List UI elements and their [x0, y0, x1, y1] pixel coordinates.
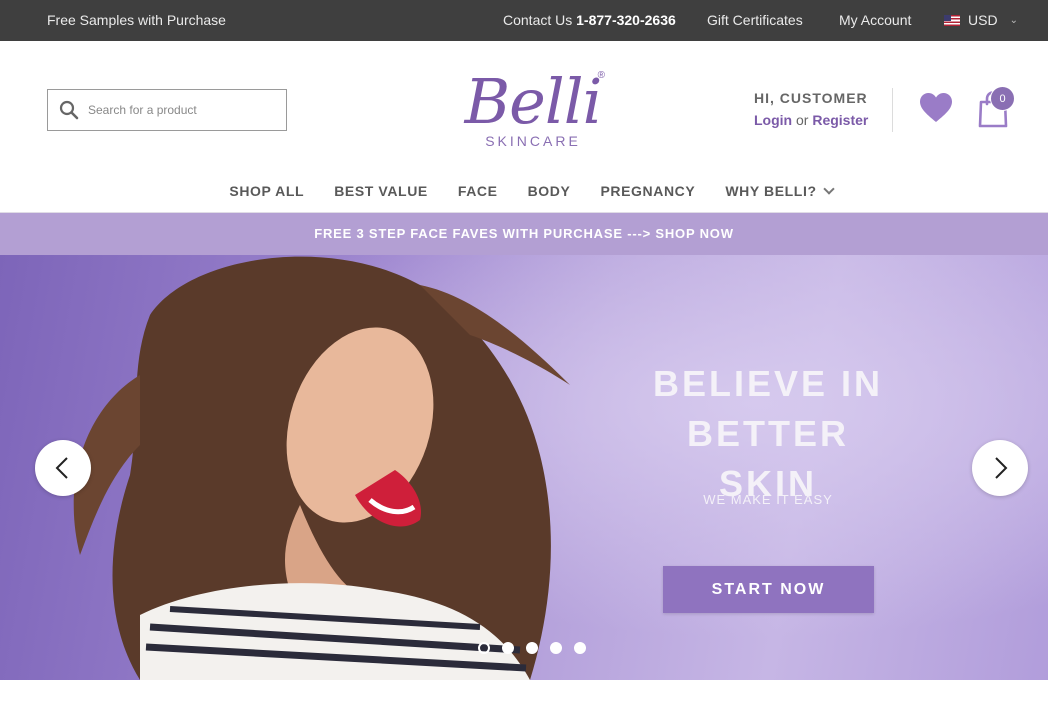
user-greeting: HI, CUSTOMER Login or Register [754, 90, 868, 128]
carousel-dots [478, 642, 586, 654]
or-text: or [796, 112, 809, 128]
nav-item-why-belli[interactable]: WHY BELLI? [725, 170, 835, 212]
chevron-left-icon [55, 457, 68, 479]
search-icon[interactable] [59, 100, 79, 120]
register-link[interactable]: Register [812, 112, 868, 128]
nav-item-label: SHOP ALL [229, 183, 305, 199]
carousel-dot-3[interactable] [526, 642, 538, 654]
phone-number: 1-877-320-2636 [576, 12, 676, 28]
us-flag-icon [944, 14, 960, 26]
carousel-dot-5[interactable] [574, 642, 586, 654]
carousel-next-button[interactable] [972, 440, 1028, 496]
my-account-link[interactable]: My Account [839, 12, 911, 28]
nav-item-label: WHY BELLI? [725, 183, 817, 199]
gift-certificates-link[interactable]: Gift Certificates [707, 12, 803, 28]
contact-label: Contact Us [503, 12, 573, 28]
belli-logo[interactable]: Belli ® SKINCARE [457, 66, 609, 150]
nav-item-shop-all[interactable]: SHOP ALL [229, 170, 304, 212]
nav-item-label: BODY [527, 183, 571, 199]
chevron-down-icon [822, 182, 835, 195]
top-bar: Free Samples with Purchase Contact Us 1-… [0, 0, 1048, 41]
currency-label: USD [968, 12, 998, 28]
search-box [47, 89, 287, 131]
hero-tagline: WE MAKE IT EASY [703, 492, 833, 507]
start-now-button[interactable]: START NOW [663, 566, 874, 613]
logo-wordmark: Belli [464, 65, 603, 138]
hero-headline: BELIEVE IN BETTER SKIN [568, 359, 968, 509]
hero-carousel: BELIEVE IN BETTER SKIN WE MAKE IT EASY S… [0, 255, 1048, 680]
nav-item-face[interactable]: FACE [458, 170, 498, 212]
nav-item-label: PREGNANCY [600, 183, 696, 199]
carousel-dot-4[interactable] [550, 642, 562, 654]
greeting-text: HI, CUSTOMER [754, 90, 868, 106]
nav-item-label: FACE [457, 183, 498, 199]
logo-subtitle: SKINCARE [485, 133, 581, 149]
main-nav: SHOP ALL BEST VALUE FACE BODY PREGNANCY … [0, 170, 1048, 212]
contact-us-link[interactable]: Contact Us 1-877-320-2636 [503, 12, 676, 28]
carousel-dot-1[interactable] [478, 642, 490, 654]
registered-mark: ® [597, 70, 605, 81]
nav-item-body[interactable]: BODY [528, 170, 571, 212]
chevron-down-icon: ⌄ [1009, 14, 1018, 26]
currency-selector[interactable]: USD ⌄ [944, 12, 1018, 28]
nav-item-label: BEST VALUE [334, 183, 428, 199]
login-link[interactable]: Login [754, 112, 792, 128]
free-samples-text: Free Samples with Purchase [47, 12, 226, 28]
carousel-prev-button[interactable] [35, 440, 91, 496]
header-divider [892, 88, 893, 132]
carousel-dot-2[interactable] [502, 642, 514, 654]
nav-item-best-value[interactable]: BEST VALUE [334, 170, 428, 212]
hero-headline-line-1: BELIEVE IN BETTER [652, 363, 884, 454]
wishlist-heart-icon[interactable] [919, 92, 953, 124]
chevron-right-icon [995, 457, 1008, 479]
auth-links: Login or Register [754, 112, 868, 128]
promo-banner[interactable]: FREE 3 STEP FACE FAVES WITH PURCHASE ---… [0, 213, 1048, 255]
search-input[interactable] [88, 90, 278, 130]
cart-count-badge: 0 [990, 86, 1015, 111]
nav-item-pregnancy[interactable]: PREGNANCY [600, 170, 695, 212]
